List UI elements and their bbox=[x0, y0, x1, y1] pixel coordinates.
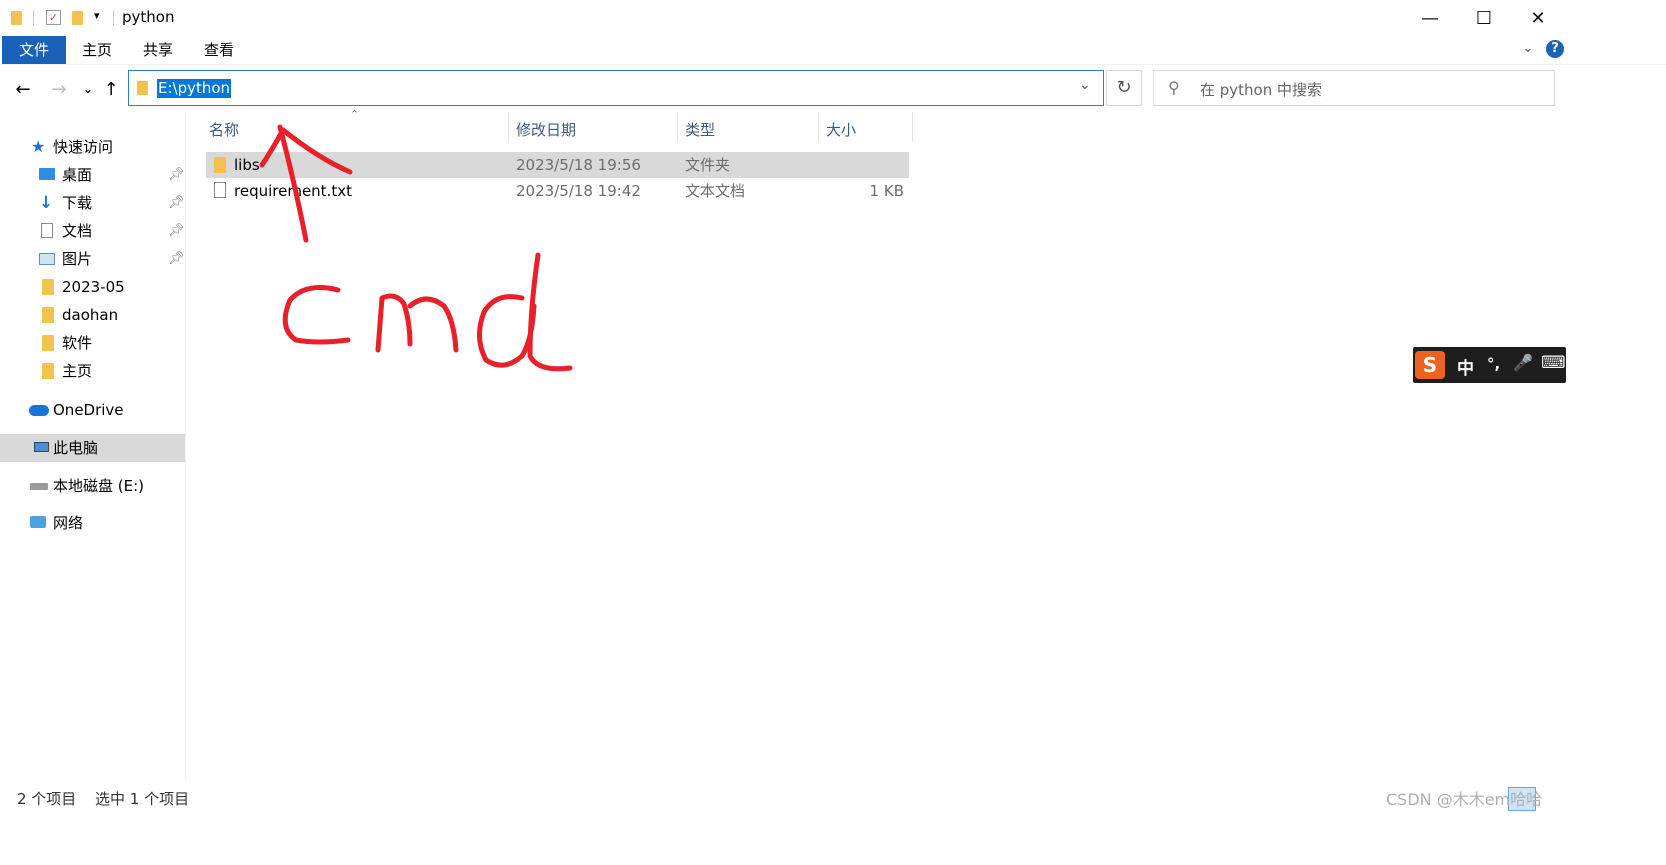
ime-mode[interactable]: 中 bbox=[1457, 354, 1474, 379]
arrow-head-right bbox=[280, 127, 353, 175]
arrow-head-left bbox=[259, 127, 286, 168]
microphone-icon[interactable]: 🎤 bbox=[1513, 353, 1533, 372]
status-selected-count: 选中 1 个项目 bbox=[95, 790, 190, 808]
ime-punct[interactable]: °, bbox=[1487, 355, 1500, 373]
keyboard-icon[interactable]: ⌨ bbox=[1541, 353, 1566, 373]
letter-d bbox=[477, 252, 573, 372]
letter-c bbox=[282, 285, 351, 345]
watermark: CSDN @木木em哈哈 bbox=[1386, 790, 1543, 809]
letter-m bbox=[375, 293, 459, 353]
status-item-count: 2 个项目 bbox=[17, 790, 77, 808]
ime-toolbar[interactable]: S 中 °, 🎤 ⌨ bbox=[1413, 347, 1566, 383]
handwritten-annotation bbox=[259, 124, 573, 372]
sogou-logo-icon: S bbox=[1415, 351, 1445, 379]
